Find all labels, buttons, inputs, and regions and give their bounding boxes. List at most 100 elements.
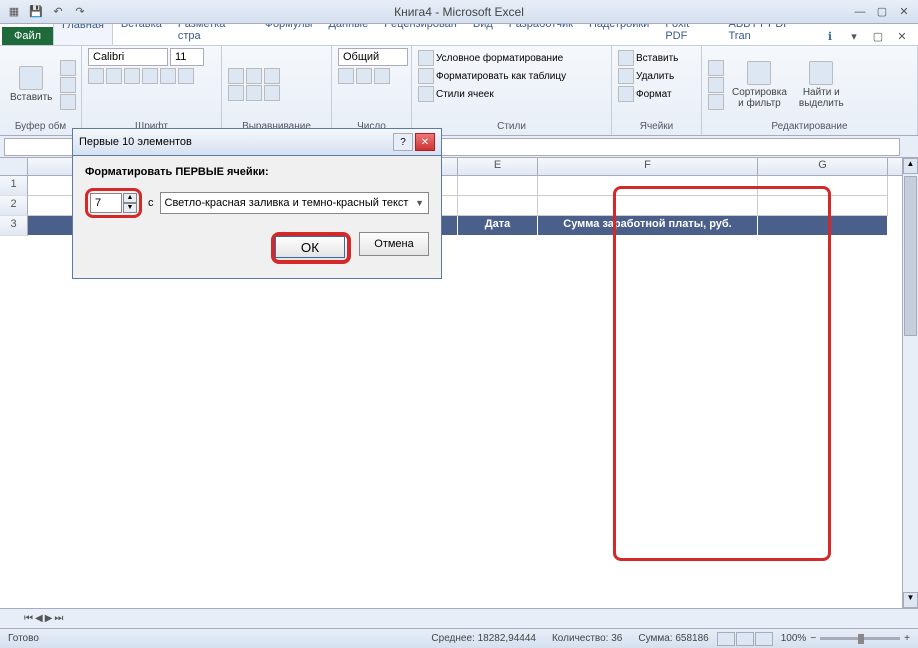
delete-button[interactable]: Удалить — [618, 68, 674, 84]
dialog-titlebar[interactable]: Первые 10 элементов ? ✕ — [72, 128, 442, 156]
cond-format-button[interactable]: Условное форматирование — [418, 50, 563, 66]
with-label: с — [148, 197, 154, 209]
dialog-label: Форматировать ПЕРВЫЕ ячейки: — [85, 166, 429, 178]
table-icon — [418, 68, 434, 84]
cell[interactable]: Сумма заработной платы, руб. — [538, 216, 758, 236]
align-bl-icon[interactable] — [228, 85, 244, 101]
insert-button[interactable]: Вставить — [618, 50, 678, 66]
italic-icon[interactable] — [106, 68, 122, 84]
align-tl-icon[interactable] — [228, 68, 244, 84]
value-spinner-highlight: ▲▼ — [85, 188, 142, 218]
close-icon[interactable]: ✕ — [894, 3, 914, 21]
spin-down-icon[interactable]: ▼ — [123, 203, 137, 213]
font-color-icon[interactable] — [178, 68, 194, 84]
win-restore-icon[interactable]: ▢ — [868, 27, 888, 45]
comma-icon[interactable] — [374, 68, 390, 84]
cell-styles-button[interactable]: Стили ячеек — [418, 86, 494, 102]
dialog-title: Первые 10 элементов — [79, 136, 391, 148]
cell[interactable] — [538, 176, 758, 196]
border-icon[interactable] — [142, 68, 158, 84]
tab-file[interactable]: Файл — [2, 27, 53, 45]
currency-icon[interactable] — [338, 68, 354, 84]
paste-icon — [19, 66, 43, 90]
clear-icon[interactable] — [708, 94, 724, 110]
sort-filter-button[interactable]: Сортировка и фильтр — [728, 59, 791, 111]
sheet-nav-prev-icon[interactable]: ◀ — [35, 613, 43, 624]
spin-up-icon[interactable]: ▲ — [123, 193, 137, 203]
align-tc-icon[interactable] — [246, 68, 262, 84]
format-button[interactable]: Формат — [618, 86, 672, 102]
col-header-G[interactable]: G — [758, 158, 888, 175]
view-break-icon[interactable] — [755, 632, 773, 646]
align-bc-icon[interactable] — [246, 85, 262, 101]
row-header[interactable]: 1 — [0, 176, 28, 196]
find-select-button[interactable]: Найти и выделить — [795, 59, 848, 111]
align-tr-icon[interactable] — [264, 68, 280, 84]
cell[interactable] — [758, 176, 888, 196]
paste-button[interactable]: Вставить — [6, 64, 56, 105]
font-name[interactable] — [88, 48, 168, 66]
format-combo[interactable]: Светло-красная заливка и темно-красный т… — [160, 192, 430, 214]
window-title: Книга4 - Microsoft Excel — [394, 5, 524, 19]
copy-icon[interactable] — [60, 77, 76, 93]
vertical-scrollbar[interactable]: ▲ ▼ — [902, 158, 918, 608]
excel-icon: ▦ — [4, 3, 24, 21]
ribbon-min-icon[interactable]: ▾ — [844, 27, 864, 45]
help-icon[interactable]: ℹ — [820, 27, 840, 45]
scroll-thumb[interactable] — [904, 176, 917, 336]
fill-icon[interactable] — [160, 68, 176, 84]
row-header[interactable]: 3 — [0, 216, 28, 236]
group-cells: Ячейки — [618, 121, 695, 133]
status-sum: Сумма: 658186 — [638, 633, 708, 644]
redo-icon[interactable]: ↷ — [70, 3, 90, 21]
zoom-label: 100% — [781, 633, 807, 644]
group-clipboard: Буфер обм — [6, 121, 75, 133]
align-br-icon[interactable] — [264, 85, 280, 101]
cell[interactable] — [538, 196, 758, 216]
cut-icon[interactable] — [60, 60, 76, 76]
autosum-icon[interactable] — [708, 60, 724, 76]
minimize-icon[interactable]: — — [850, 3, 870, 21]
percent-icon[interactable] — [356, 68, 372, 84]
format-painter-icon[interactable] — [60, 94, 76, 110]
view-layout-icon[interactable] — [736, 632, 754, 646]
cell[interactable] — [758, 196, 888, 216]
view-normal-icon[interactable] — [717, 632, 735, 646]
value-input[interactable] — [90, 193, 122, 213]
bold-icon[interactable] — [88, 68, 104, 84]
win-close-icon[interactable]: ✕ — [892, 27, 912, 45]
cell[interactable] — [458, 196, 538, 216]
row-header[interactable]: 2 — [0, 196, 28, 216]
dialog-help-icon[interactable]: ? — [393, 133, 413, 151]
col-header-E[interactable]: E — [458, 158, 538, 175]
top10-dialog: Первые 10 элементов ? ✕ Форматировать ПЕ… — [72, 128, 442, 279]
zoom-slider[interactable] — [820, 637, 900, 640]
col-header-F[interactable]: F — [538, 158, 758, 175]
cond-format-icon — [418, 50, 434, 66]
maximize-icon[interactable]: ▢ — [872, 3, 892, 21]
zoom-out-icon[interactable]: − — [810, 633, 816, 644]
zoom-in-icon[interactable]: + — [904, 633, 910, 644]
dialog-close-icon[interactable]: ✕ — [415, 133, 435, 151]
save-icon[interactable]: 💾 — [26, 3, 46, 21]
select-all-corner[interactable] — [0, 158, 28, 175]
scroll-up-icon[interactable]: ▲ — [903, 158, 918, 174]
delete-icon — [618, 68, 634, 84]
sheet-nav-next-icon[interactable]: ▶ — [45, 613, 53, 624]
cell[interactable]: Дата — [458, 216, 538, 236]
ribbon-tabs: Файл ГлавнаяВставкаРазметка страФормулыД… — [0, 24, 918, 46]
cancel-button[interactable]: Отмена — [359, 232, 429, 256]
sheet-nav-first-icon[interactable]: ⏮ — [24, 613, 33, 624]
font-size[interactable] — [170, 48, 204, 66]
undo-icon[interactable]: ↶ — [48, 3, 68, 21]
number-format[interactable] — [338, 48, 408, 66]
group-styles: Стили — [418, 121, 605, 133]
underline-icon[interactable] — [124, 68, 140, 84]
fill-down-icon[interactable] — [708, 77, 724, 93]
cell[interactable] — [458, 176, 538, 196]
ok-button[interactable]: ОК — [275, 236, 345, 258]
cell[interactable] — [758, 216, 888, 236]
scroll-down-icon[interactable]: ▼ — [903, 592, 918, 608]
sheet-nav-last-icon[interactable]: ⏭ — [54, 613, 63, 624]
format-table-button[interactable]: Форматировать как таблицу — [418, 68, 566, 84]
